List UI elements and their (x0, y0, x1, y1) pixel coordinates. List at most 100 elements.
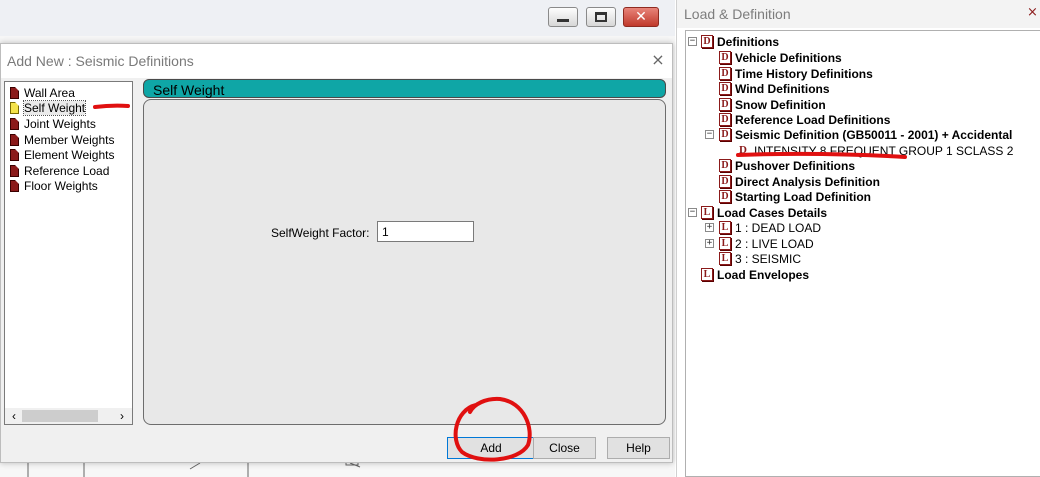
tree-panel-titlebar: Load & Definition × (677, 0, 1040, 28)
list-item-floor-weights[interactable]: Floor Weights (10, 178, 98, 193)
tree-node-label: Definitions (717, 34, 779, 49)
document-icon-highlight (10, 101, 19, 114)
load-l-icon: L (701, 206, 713, 219)
help-button[interactable]: Help (607, 437, 670, 459)
tree-node-label: Snow Definition (735, 97, 826, 112)
tree-node-label: Time History Definitions (735, 66, 873, 81)
tree-node-load-envelopes[interactable]: L Load Envelopes (701, 267, 809, 282)
collapse-icon[interactable]: − (705, 130, 714, 139)
selfweight-factor-input[interactable] (377, 221, 474, 242)
list-item-wall-area[interactable]: Wall Area (10, 85, 75, 100)
window-close-button[interactable]: ✕ (623, 7, 659, 27)
list-item-element-weights[interactable]: Element Weights (10, 147, 115, 162)
tree-panel-title: Load & Definition (684, 6, 791, 22)
tree-node-label: Direct Analysis Definition (735, 174, 880, 189)
list-item-label: Joint Weights (24, 116, 96, 131)
tree-node-seismic[interactable]: L 3 : SEISMIC (719, 251, 801, 266)
self-weight-panel-header: Self Weight (143, 79, 666, 98)
list-item-reference-load[interactable]: Reference Load (10, 163, 109, 178)
definition-d-icon: D (719, 82, 731, 95)
tree-node-label: Load Cases Details (717, 205, 828, 220)
tree-node-wind-definitions[interactable]: D Wind Definitions (719, 81, 830, 96)
add-button[interactable]: Add (447, 437, 535, 459)
tree-node-vehicle-definitions[interactable]: D Vehicle Definitions (719, 50, 842, 65)
list-item-label: Reference Load (24, 163, 110, 178)
expand-icon[interactable]: + (705, 239, 714, 248)
tree-node-label: Seismic Definition (GB50011 - 2001) + Ac… (735, 127, 1013, 142)
list-item-label: Wall Area (24, 85, 75, 100)
collapse-icon[interactable]: − (688, 37, 697, 46)
tree-node-starting-load-definition[interactable]: D Starting Load Definition (719, 189, 871, 204)
definition-d-icon: D (719, 159, 731, 172)
load-l-icon: L (719, 237, 731, 250)
list-item-label: Element Weights (24, 147, 115, 162)
list-item-label: Floor Weights (24, 178, 98, 193)
definition-d-icon: D (719, 67, 731, 80)
tree-node-label: 1 : DEAD LOAD (735, 220, 822, 235)
list-item-label: Self Weight (22, 99, 87, 116)
dialog-close-icon[interactable]: × (648, 50, 668, 70)
list-item-self-weight[interactable]: Self Weight (10, 99, 87, 116)
load-l-icon: L (701, 268, 713, 281)
tree-node-label: Load Envelopes (717, 267, 810, 282)
selfweight-factor-label: SelfWeight Factor: (271, 226, 370, 240)
tree-node-load-cases-details[interactable]: L Load Cases Details (701, 205, 827, 220)
list-item-label: Member Weights (24, 132, 115, 147)
seismic-definitions-dialog: Add New : Seismic Definitions × Wall Are… (0, 43, 673, 463)
list-horizontal-scrollbar[interactable]: ‹ › (5, 408, 132, 424)
definition-d-small-icon: D (739, 144, 747, 156)
document-icon (10, 179, 19, 192)
load-l-icon: L (719, 221, 731, 234)
maximize-button[interactable] (586, 7, 616, 27)
tree-node-snow-definition[interactable]: D Snow Definition (719, 97, 826, 112)
list-item-joint-weights[interactable]: Joint Weights (10, 116, 96, 131)
document-icon (10, 86, 19, 99)
tree-node-reference-load-definitions[interactable]: D Reference Load Definitions (719, 112, 890, 127)
tree-node-label: Reference Load Definitions (735, 112, 891, 127)
tree-node-direct-analysis-definition[interactable]: D Direct Analysis Definition (719, 174, 880, 189)
minimize-button[interactable] (548, 7, 578, 27)
maximize-icon (595, 12, 607, 22)
tree-node-label: Pushover Definitions (735, 158, 856, 173)
definition-d-icon: D (719, 113, 731, 126)
dialog-titlebar: Add New : Seismic Definitions × (1, 44, 672, 78)
minimize-icon (557, 18, 569, 22)
scroll-left-arrow-icon[interactable]: ‹ (7, 408, 21, 424)
tree-node-label: Vehicle Definitions (735, 50, 842, 65)
definition-d-icon: D (719, 98, 731, 111)
dialog-title: Add New : Seismic Definitions (7, 53, 194, 69)
tree-panel-close-icon[interactable]: × (1027, 5, 1038, 20)
tree-node-live-load[interactable]: L 2 : LIVE LOAD (719, 236, 814, 251)
definition-d-icon: D (719, 175, 731, 188)
tree-node-label: INTENSITY 8 FREQUENT GROUP 1 SCLASS 2 (754, 143, 1014, 158)
self-weight-panel: SelfWeight Factor: (143, 99, 666, 425)
tree-node-seismic-definition[interactable]: D Seismic Definition (GB50011 - 2001) + … (719, 127, 1012, 142)
tree-node-label: 3 : SEISMIC (735, 251, 802, 266)
tree-node-label: Starting Load Definition (735, 189, 871, 204)
scroll-right-arrow-icon[interactable]: › (115, 408, 129, 424)
collapse-icon[interactable]: − (688, 208, 697, 217)
tree-node-definitions[interactable]: D Definitions (701, 34, 779, 49)
tree-node-pushover-definitions[interactable]: D Pushover Definitions (719, 158, 855, 173)
list-item-member-weights[interactable]: Member Weights (10, 132, 114, 147)
document-icon (10, 164, 19, 177)
tree-node-dead-load[interactable]: L 1 : DEAD LOAD (719, 220, 821, 235)
definition-d-icon: D (719, 190, 731, 203)
tree-node-intensity-8[interactable]: D INTENSITY 8 FREQUENT GROUP 1 SCLASS 2 (738, 143, 1013, 158)
load-definition-tree[interactable]: D Definitions − D Vehicle Definitions D … (685, 30, 1040, 477)
load-definition-panel: Load & Definition × D Definitions − D Ve… (676, 0, 1040, 477)
scrollbar-thumb[interactable] (22, 410, 98, 422)
tree-node-label: Wind Definitions (735, 81, 830, 96)
tree-node-label: 2 : LIVE LOAD (735, 236, 814, 251)
panel-title: Self Weight (153, 82, 225, 98)
tree-node-time-history-definitions[interactable]: D Time History Definitions (719, 66, 873, 81)
expand-icon[interactable]: + (705, 223, 714, 232)
definition-d-icon: D (719, 51, 731, 64)
document-icon (10, 148, 19, 161)
close-button[interactable]: Close (533, 437, 596, 459)
load-l-icon: L (719, 252, 731, 265)
document-icon (10, 117, 19, 130)
document-icon (10, 133, 19, 146)
definition-type-list[interactable]: Wall Area Self Weight Joint Weights Memb… (4, 81, 133, 425)
close-icon: ✕ (635, 9, 647, 25)
